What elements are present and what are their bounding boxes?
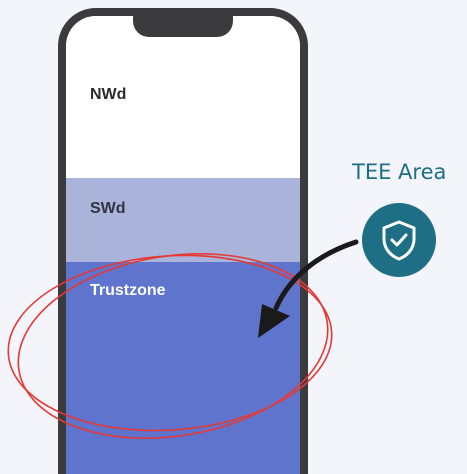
- trustzone-label: Trustzone: [90, 282, 166, 299]
- tee-badge: [362, 203, 436, 277]
- swd-zone: SWd: [66, 178, 300, 262]
- nwd-label: NWd: [90, 86, 127, 103]
- shield-check-icon: [382, 220, 416, 261]
- phone-mockup: NWd SWd Trustzone: [58, 8, 308, 474]
- swd-label: SWd: [90, 200, 126, 217]
- phone-notch: [133, 16, 233, 37]
- trustzone-zone: Trustzone: [66, 262, 300, 474]
- nwd-zone: NWd: [66, 16, 300, 178]
- tee-area-label: TEE Area: [352, 160, 447, 184]
